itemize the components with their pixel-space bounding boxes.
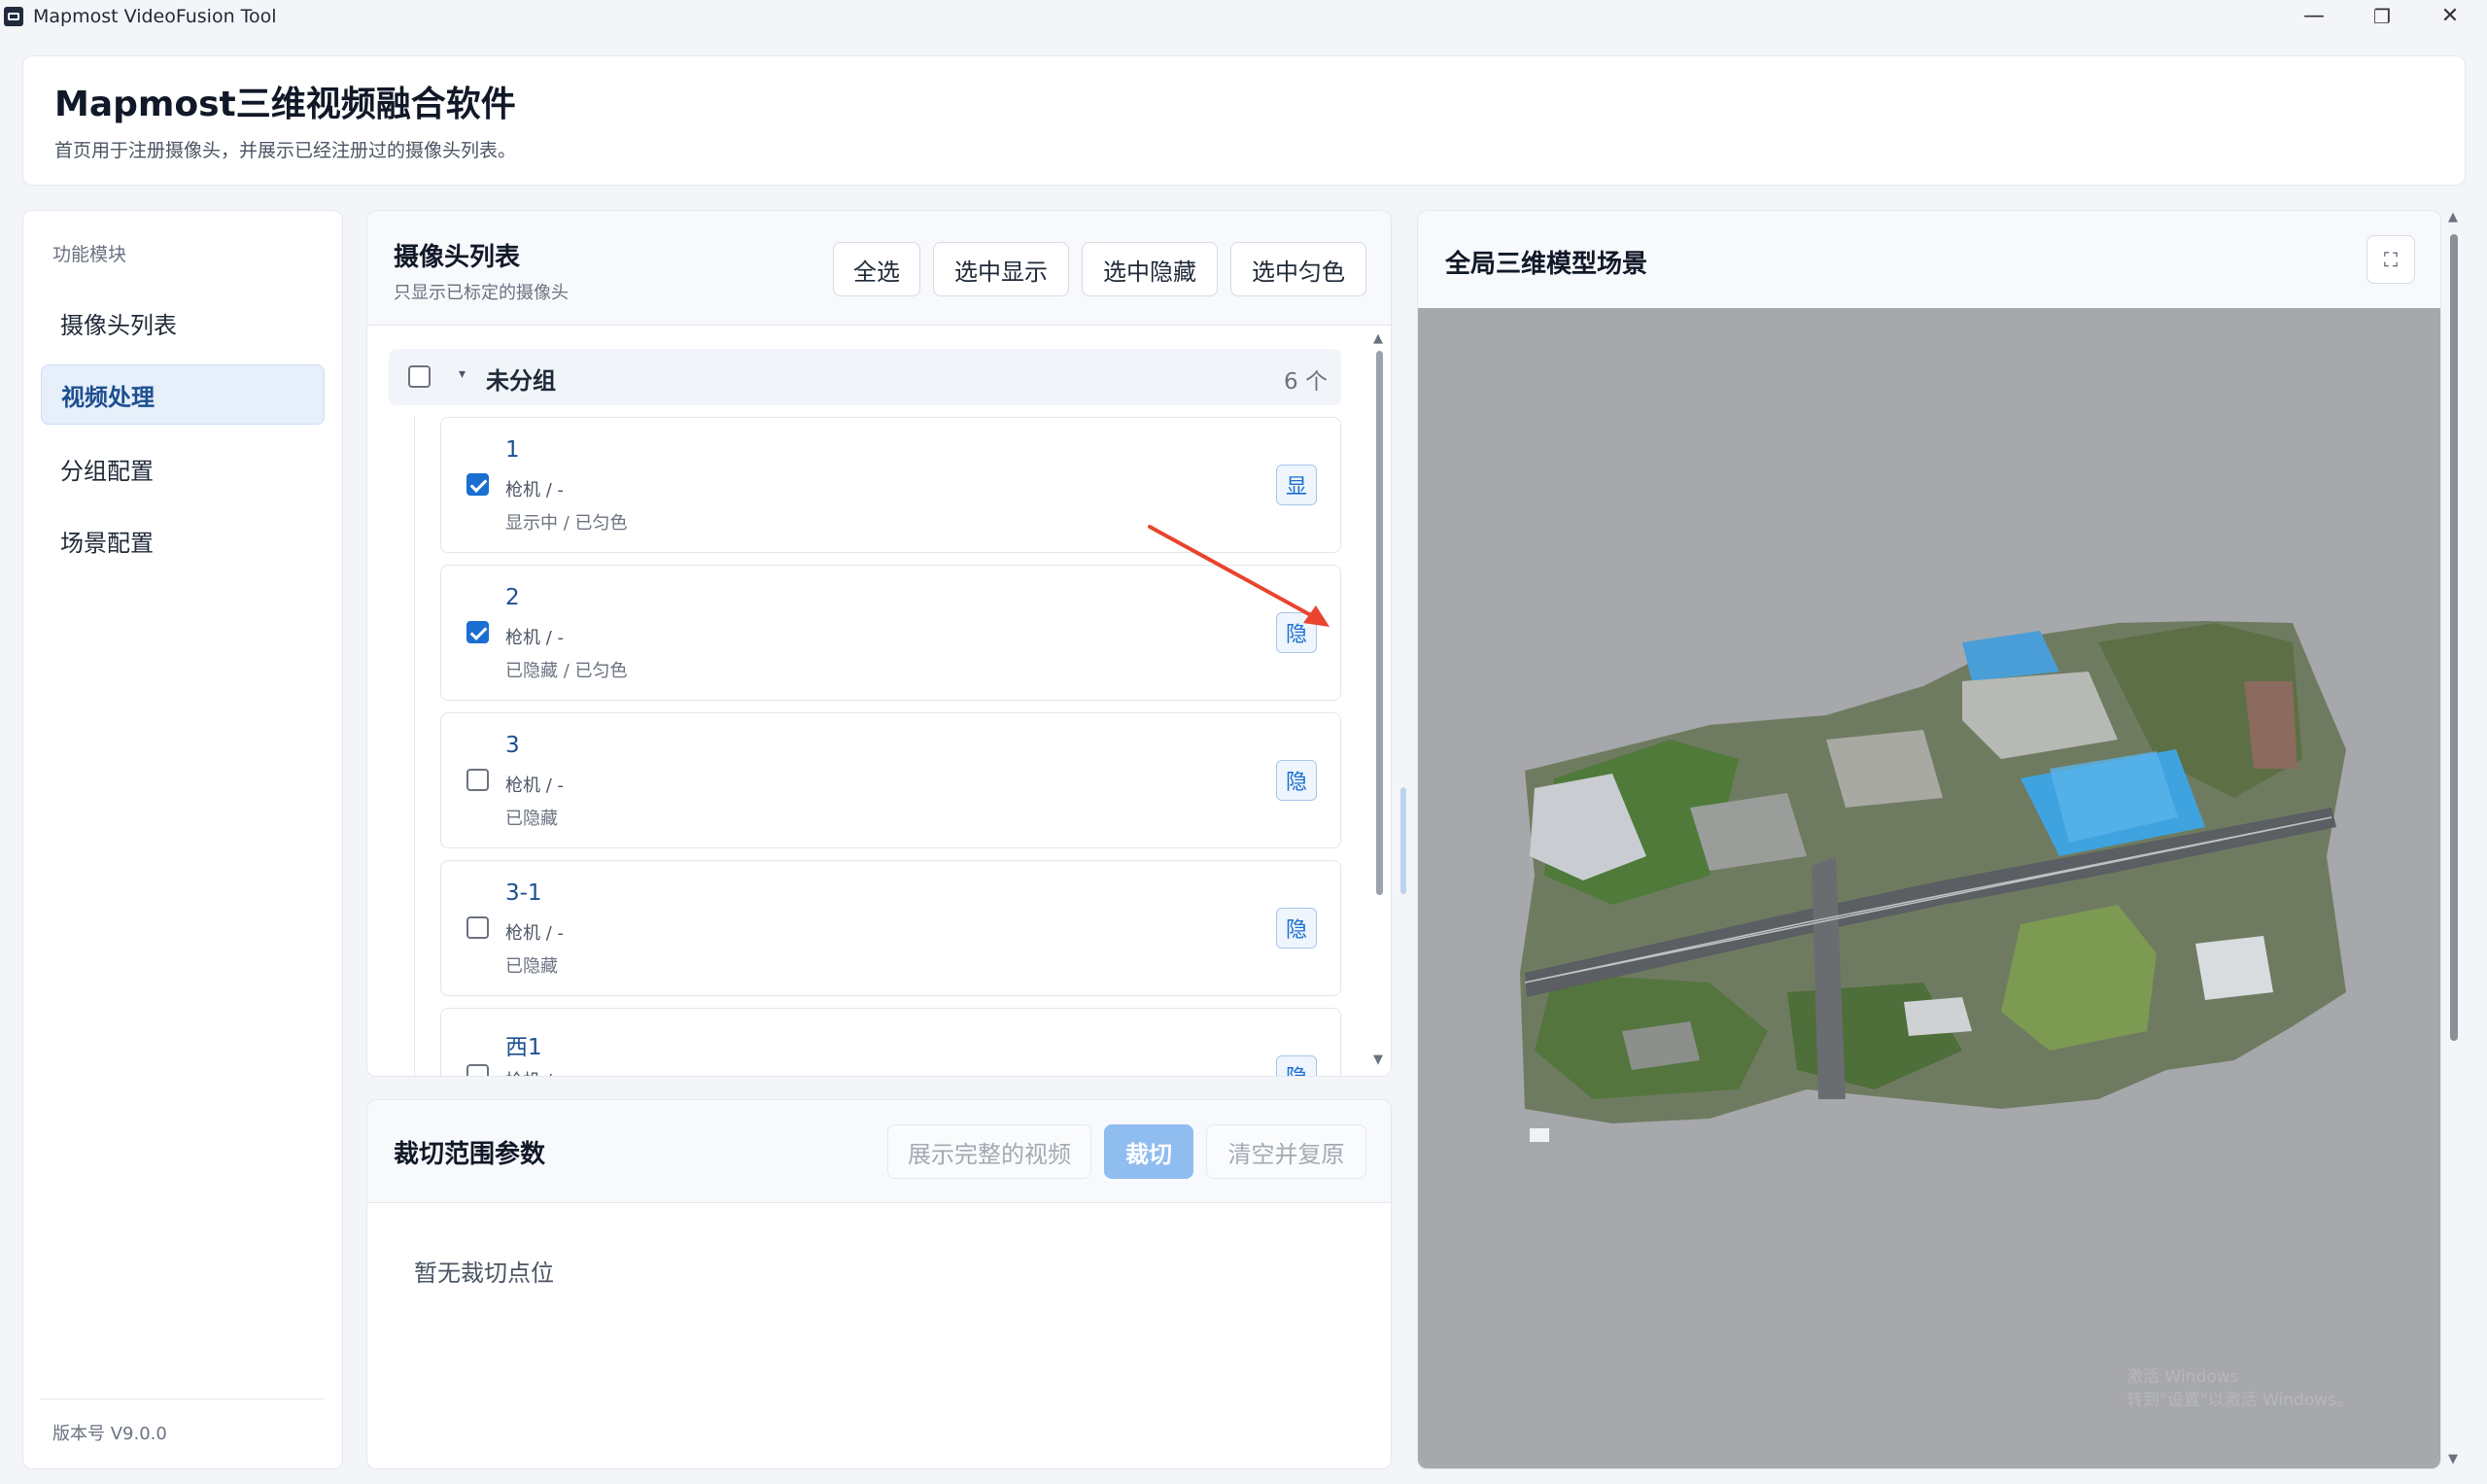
3d-scene-viewport[interactable]: 激活 Windows 转到"设置"以激活 Windows。 (1418, 308, 2440, 1468)
scene-title: 全局三维模型场景 (1445, 250, 1648, 279)
camera-visibility-toggle[interactable]: 隐 (1276, 760, 1317, 801)
panel-split-handle[interactable] (1400, 787, 1406, 894)
scrollbar-thumb[interactable] (1376, 351, 1383, 895)
camera-list-subtitle: 只显示已标定的摄像头 (394, 283, 569, 303)
aerial-model-render (1520, 621, 2346, 1142)
scene-panel: 全局三维模型场景 ⛶ 激活 Windows 转到"设置"以激活 Windows。 (1417, 210, 2441, 1469)
scroll-down-icon[interactable]: ▼ (1373, 1053, 1383, 1067)
app-icon (4, 6, 23, 26)
select-all-button[interactable]: 全选 (833, 242, 920, 296)
crop-params-title: 裁切范围参数 (394, 1140, 546, 1169)
scroll-up-icon[interactable]: ▲ (2448, 210, 2458, 224)
clear-restore-button[interactable]: 清空并复原 (1206, 1124, 1366, 1179)
crop-empty-message: 暂无裁切点位 (414, 1260, 554, 1287)
chevron-down-icon[interactable]: ▾ (459, 366, 466, 382)
page-title: Mapmost三维视频融合软件 (54, 85, 516, 124)
camera-type: 枪机 / - (505, 1067, 564, 1076)
camera-checkbox[interactable] (466, 916, 489, 939)
fullscreen-icon[interactable]: ⛶ (2366, 235, 2415, 284)
camera-checkbox[interactable] (466, 473, 489, 496)
watermark-line-2: 转到"设置"以激活 Windows。 (2126, 1391, 2353, 1410)
group-checkbox[interactable] (408, 365, 431, 388)
camera-card[interactable]: 西1 枪机 / - 隐 (440, 1008, 1341, 1076)
camera-checkbox[interactable] (466, 621, 489, 643)
camera-visibility-toggle[interactable]: 显 (1276, 465, 1317, 505)
watermark-line-1: 激活 Windows (2126, 1367, 2239, 1387)
camera-type: 枪机 / - (505, 628, 565, 648)
annotation-arrow (1148, 525, 1330, 627)
group-row-ungrouped[interactable]: ▾ 未分组 6 个 (389, 349, 1341, 405)
camera-type: 枪机 / - (505, 480, 565, 500)
camera-name: 3 (505, 733, 520, 758)
camera-type: 枪机 / - (505, 776, 565, 796)
close-button[interactable]: ✕ (2416, 0, 2484, 32)
page-scrollbar[interactable]: ▲ ▼ (2447, 210, 2461, 1469)
sidebar-item-group-config[interactable]: 分组配置 (41, 438, 325, 499)
camera-list-header: 摄像头列表 只显示已标定的摄像头 全选 选中显示 选中隐藏 选中匀色 (367, 211, 1391, 326)
camera-status: 显示中 / 已匀色 (505, 513, 628, 534)
sidebar-divider (41, 1398, 325, 1399)
minimize-button[interactable]: — (2280, 0, 2348, 32)
tree-guide-line (414, 415, 415, 1076)
camera-card[interactable]: 3-1 枪机 / - 已隐藏 隐 (440, 860, 1341, 996)
scrollbar-thumb[interactable] (2450, 234, 2458, 1041)
sidebar: 功能模块 摄像头列表 视频处理 分组配置 场景配置 版本号 V9.0.0 (22, 210, 343, 1469)
camera-type: 枪机 / - (505, 923, 565, 944)
app-header: Mapmost三维视频融合软件 首页用于注册摄像头，并展示已经注册过的摄像头列表… (22, 55, 2466, 186)
camera-visibility-toggle[interactable]: 隐 (1276, 1055, 1317, 1076)
camera-visibility-toggle[interactable]: 隐 (1276, 908, 1317, 949)
scene-header: 全局三维模型场景 ⛶ (1418, 211, 2440, 308)
camera-list-panel: 摄像头列表 只显示已标定的摄像头 全选 选中显示 选中隐藏 选中匀色 ▾ 未分组… (366, 210, 1392, 1077)
sidebar-item-scene-config[interactable]: 场景配置 (41, 510, 325, 570)
show-selected-button[interactable]: 选中显示 (933, 242, 1069, 296)
scroll-up-icon[interactable]: ▲ (1373, 331, 1383, 346)
camera-checkbox[interactable] (466, 769, 489, 791)
camera-status: 已隐藏 (505, 956, 558, 977)
scroll-down-icon[interactable]: ▼ (2448, 1452, 2458, 1467)
restore-button[interactable]: ❐ (2348, 0, 2416, 32)
camera-list-scrollbar[interactable]: ▲ ▼ (1373, 331, 1385, 1070)
camera-name: 西1 (505, 1035, 542, 1060)
sidebar-section-label: 功能模块 (52, 244, 127, 265)
activation-watermark: 激活 Windows 转到"设置"以激活 Windows。 (2126, 1365, 2353, 1412)
show-full-video-button[interactable]: 展示完整的视频 (887, 1124, 1091, 1179)
crop-params-panel: 裁切范围参数 展示完整的视频 裁切 清空并复原 暂无裁切点位 (366, 1099, 1392, 1469)
sidebar-item-camera-list[interactable]: 摄像头列表 (41, 293, 325, 353)
even-color-selected-button[interactable]: 选中匀色 (1230, 242, 1366, 296)
hide-selected-button[interactable]: 选中隐藏 (1082, 242, 1218, 296)
camera-name: 3-1 (505, 880, 542, 906)
camera-card[interactable]: 3 枪机 / - 已隐藏 隐 (440, 712, 1341, 848)
sidebar-item-video-processing[interactable]: 视频处理 (41, 364, 325, 425)
camera-status: 已隐藏 / 已匀色 (505, 661, 628, 681)
window-title: Mapmost VideoFusion Tool (33, 5, 277, 27)
camera-list-title: 摄像头列表 (394, 243, 521, 272)
window-titlebar: Mapmost VideoFusion Tool — ❐ ✕ (0, 0, 2487, 32)
camera-name: 2 (505, 585, 520, 610)
page-subtitle: 首页用于注册摄像头，并展示已经注册过的摄像头列表。 (54, 140, 517, 161)
group-count: 6 个 (1284, 369, 1328, 395)
camera-status: 已隐藏 (505, 809, 558, 829)
version-label: 版本号 V9.0.0 (52, 1424, 167, 1444)
camera-name: 1 (505, 437, 520, 463)
camera-checkbox[interactable] (466, 1064, 489, 1076)
crop-button[interactable]: 裁切 (1104, 1124, 1193, 1179)
crop-params-header: 裁切范围参数 展示完整的视频 裁切 清空并复原 (367, 1100, 1391, 1203)
group-name: 未分组 (486, 367, 556, 395)
